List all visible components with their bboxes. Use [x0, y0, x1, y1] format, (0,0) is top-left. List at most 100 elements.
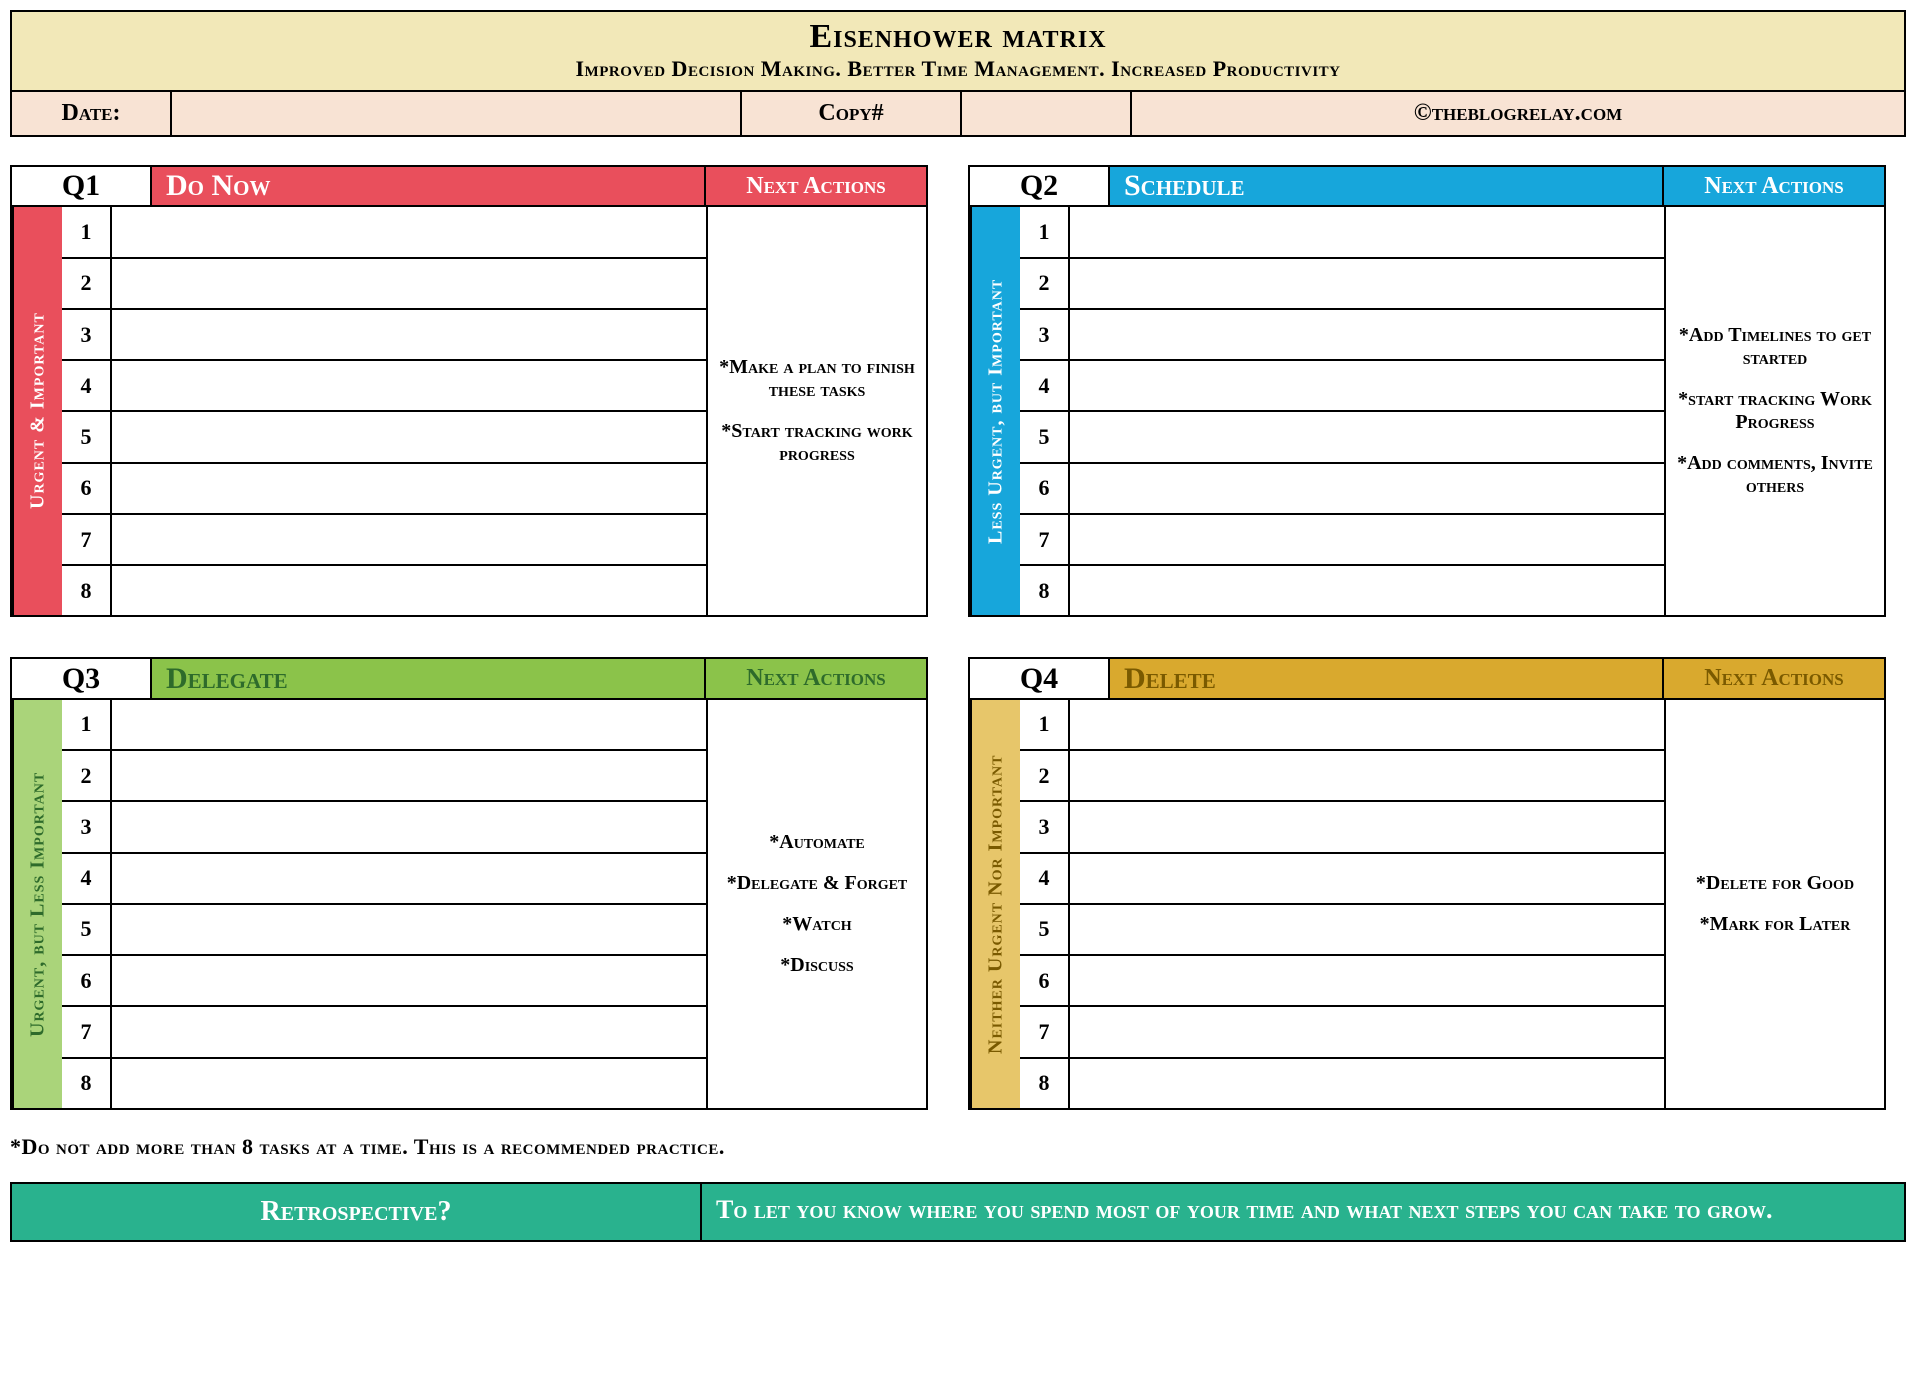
- task-row: 2: [62, 751, 706, 802]
- task-row: 7: [62, 515, 706, 566]
- task-field[interactable]: [112, 464, 706, 513]
- task-row: 3: [62, 310, 706, 361]
- task-row-number: 1: [1020, 207, 1070, 256]
- task-row-number: 1: [62, 207, 112, 256]
- date-field[interactable]: [172, 92, 742, 135]
- task-field[interactable]: [1070, 412, 1664, 461]
- task-row-number: 7: [62, 515, 112, 564]
- task-field[interactable]: [1070, 802, 1664, 851]
- task-row: 1: [62, 700, 706, 751]
- quadrant-q1: Q1Do NowNext ActionsUrgent & Important12…: [10, 165, 928, 617]
- task-field[interactable]: [1070, 1007, 1664, 1056]
- task-row: 2: [1020, 751, 1664, 802]
- next-action-item: *Watch: [782, 913, 851, 936]
- header: Eisenhower matrix Improved Decision Maki…: [10, 10, 1906, 137]
- task-row: 4: [1020, 854, 1664, 905]
- copy-field[interactable]: [962, 92, 1132, 135]
- next-action-item: *Automate: [769, 831, 865, 854]
- task-row: 5: [62, 905, 706, 956]
- task-field[interactable]: [112, 905, 706, 954]
- task-rows: 12345678: [62, 700, 706, 1108]
- task-row: 3: [1020, 802, 1664, 853]
- next-action-item: *start tracking Work Progress: [1676, 388, 1874, 434]
- task-row: 2: [62, 259, 706, 310]
- task-rows: 12345678: [1020, 700, 1664, 1108]
- task-field[interactable]: [1070, 310, 1664, 359]
- task-row-number: 2: [62, 259, 112, 308]
- next-actions-list: *Add Timelines to get started*start trac…: [1664, 207, 1884, 615]
- task-row-number: 8: [1020, 1059, 1070, 1108]
- task-row-number: 5: [1020, 905, 1070, 954]
- task-row: 4: [62, 361, 706, 412]
- quadrant-side-label: Urgent & Important: [12, 207, 62, 615]
- task-field[interactable]: [112, 207, 706, 256]
- task-field[interactable]: [1070, 464, 1664, 513]
- task-row-number: 4: [62, 854, 112, 903]
- task-field[interactable]: [112, 700, 706, 749]
- task-field[interactable]: [112, 361, 706, 410]
- task-row: 6: [62, 956, 706, 1007]
- task-row-number: 3: [62, 310, 112, 359]
- task-field[interactable]: [1070, 361, 1664, 410]
- next-actions-list: *Make a plan to finish these tasks*Start…: [706, 207, 926, 615]
- task-field[interactable]: [112, 956, 706, 1005]
- task-row-number: 7: [1020, 515, 1070, 564]
- header-top: Eisenhower matrix Improved Decision Maki…: [12, 12, 1904, 92]
- task-field[interactable]: [1070, 854, 1664, 903]
- task-field[interactable]: [1070, 207, 1664, 256]
- quadrant-title: Schedule: [1110, 167, 1664, 205]
- task-row-number: 6: [62, 464, 112, 513]
- retrospective-bar: Retrospective? To let you know where you…: [10, 1182, 1906, 1242]
- task-row-number: 2: [62, 751, 112, 800]
- next-action-item: *Discuss: [780, 954, 853, 977]
- retrospective-text: To let you know where you spend most of …: [702, 1184, 1904, 1240]
- task-field[interactable]: [1070, 905, 1664, 954]
- next-action-item: *Start tracking work progress: [718, 420, 916, 466]
- header-meta-row: Date: Copy# ©theblogrelay.com: [12, 92, 1904, 135]
- task-field[interactable]: [112, 515, 706, 564]
- task-field[interactable]: [1070, 1059, 1664, 1108]
- task-field[interactable]: [112, 566, 706, 615]
- task-row: 4: [62, 854, 706, 905]
- quadrant-header: Q3DelegateNext Actions: [12, 659, 926, 699]
- task-field[interactable]: [1070, 515, 1664, 564]
- task-row-number: 8: [62, 566, 112, 615]
- task-row: 8: [1020, 1059, 1664, 1108]
- quadrant-side-label: Urgent, but Less Important: [12, 700, 62, 1108]
- task-row: 3: [62, 802, 706, 853]
- retrospective-label: Retrospective?: [12, 1184, 702, 1240]
- task-row: 6: [1020, 956, 1664, 1007]
- task-row-number: 4: [1020, 854, 1070, 903]
- task-field[interactable]: [1070, 259, 1664, 308]
- quadrant-body: Urgent, but Less Important12345678*Autom…: [12, 700, 926, 1108]
- next-actions-list: *Automate *Delegate & Forget *Watch *Discus…: [706, 700, 926, 1108]
- task-field[interactable]: [112, 1007, 706, 1056]
- task-row-number: 5: [62, 905, 112, 954]
- task-field[interactable]: [112, 751, 706, 800]
- task-field[interactable]: [1070, 700, 1664, 749]
- task-field[interactable]: [112, 1059, 706, 1108]
- task-field[interactable]: [1070, 566, 1664, 615]
- task-field[interactable]: [112, 802, 706, 851]
- task-row-number: 4: [1020, 361, 1070, 410]
- next-action-item: *Delegate & Forget: [727, 872, 908, 895]
- next-action-item: *Add comments, Invite others: [1676, 452, 1874, 498]
- quadrant-body: Neither Urgent Nor Important12345678*Del…: [970, 700, 1884, 1108]
- task-field[interactable]: [1070, 751, 1664, 800]
- task-row: 3: [1020, 310, 1664, 361]
- copy-label: Copy#: [742, 92, 962, 135]
- task-field[interactable]: [112, 259, 706, 308]
- next-actions-list: *Delete for Good*Mark for Later: [1664, 700, 1884, 1108]
- quadrant-code: Q3: [12, 659, 152, 697]
- task-row: 7: [1020, 515, 1664, 566]
- quadrant-grid: Q1Do NowNext ActionsUrgent & Important12…: [10, 165, 1906, 1110]
- quadrant-body: Less Urgent, but Important12345678*Add T…: [970, 207, 1884, 615]
- quadrant-q2: Q2ScheduleNext ActionsLess Urgent, but I…: [968, 165, 1886, 617]
- task-field[interactable]: [1070, 956, 1664, 1005]
- task-rows: 12345678: [62, 207, 706, 615]
- task-field[interactable]: [112, 412, 706, 461]
- task-field[interactable]: [112, 854, 706, 903]
- task-row-number: 6: [1020, 464, 1070, 513]
- task-row: 7: [62, 1007, 706, 1058]
- task-field[interactable]: [112, 310, 706, 359]
